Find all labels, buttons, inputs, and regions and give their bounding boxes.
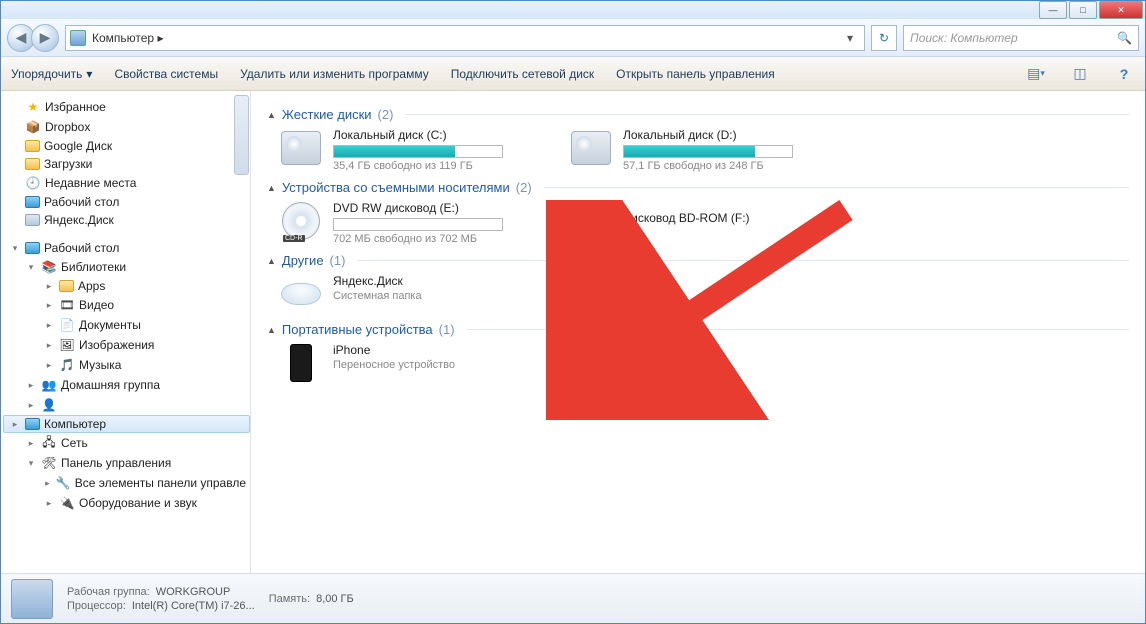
hardware-icon: 🔌 — [59, 495, 75, 511]
group-portable[interactable]: ▲ Портативные устройства (1) — [267, 322, 1129, 337]
open-control-panel[interactable]: Открыть панель управления — [616, 67, 775, 81]
star-icon: ★ — [25, 99, 41, 115]
libraries-node[interactable]: ▾📚Библиотеки — [3, 257, 250, 277]
scrollbar-thumb[interactable] — [234, 95, 249, 175]
help-icon[interactable]: ? — [1113, 65, 1135, 83]
refresh-button[interactable]: ↻ — [871, 25, 897, 51]
favorites-node[interactable]: ★Избранное — [3, 97, 250, 117]
sidebar-item-yandex-disk[interactable]: Яндекс.Диск — [3, 211, 250, 229]
phone-icon — [290, 344, 312, 382]
sidebar-item-desktop-fav[interactable]: Рабочий стол — [3, 193, 250, 211]
libraries-icon: 📚 — [41, 259, 57, 275]
search-icon: 🔍 — [1117, 31, 1132, 45]
view-options-icon[interactable]: ▤▾ — [1025, 65, 1047, 83]
hdd-icon — [281, 131, 321, 165]
sidebar-item-recent[interactable]: 🕘Недавние места — [3, 173, 250, 193]
preview-pane-icon[interactable]: ◫ — [1069, 65, 1091, 83]
minimize-button[interactable]: — — [1039, 1, 1067, 19]
search-input[interactable]: Поиск: Компьютер 🔍 — [903, 25, 1139, 51]
folder-icon — [25, 140, 40, 152]
dropbox-icon: 📦 — [25, 119, 41, 135]
uninstall-program[interactable]: Удалить или изменить программу — [240, 67, 429, 81]
sidebar-item-documents[interactable]: ▸📄Документы — [3, 315, 250, 335]
forward-button[interactable]: ▶ — [31, 24, 59, 52]
content-pane: ▲ Жесткие диски (2) Локальный диск (C:) … — [251, 91, 1145, 573]
close-button[interactable]: ✕ — [1099, 1, 1143, 19]
cp-all-icon: 🔧 — [56, 475, 71, 491]
pictures-icon: 🖼 — [59, 337, 75, 353]
drive-e[interactable]: DVD RW дисковод (E:) 702 МБ свободно из … — [279, 201, 539, 245]
sidebar-item-all-cp[interactable]: ▸🔧Все элементы панели управле — [3, 473, 250, 493]
computer-icon — [25, 418, 40, 430]
group-removable[interactable]: ▲ Устройства со съемными носителями (2) — [267, 180, 1129, 195]
item-yandex-disk[interactable]: Яндекс.Диск Системная папка — [279, 274, 539, 314]
explorer-window: — □ ✕ ◀ ▶ Компьютер ▸ ▾ ↻ Поиск: Компьют… — [0, 0, 1146, 624]
drive-d[interactable]: Локальный диск (D:) 57,1 ГБ свободно из … — [569, 128, 829, 172]
control-panel-icon: 🛠 — [41, 455, 57, 471]
navigation-pane: ★Избранное 📦Dropbox Google Диск Загрузки… — [1, 91, 251, 573]
titlebar: — □ ✕ — [1, 1, 1145, 19]
drive-c[interactable]: Локальный диск (C:) 35,4 ГБ свободно из … — [279, 128, 539, 172]
computer-large-icon — [11, 579, 53, 619]
sidebar-item-apps[interactable]: ▸Apps — [3, 277, 250, 295]
breadcrumb[interactable]: Компьютер ▸ — [92, 31, 163, 45]
hdd-icon — [571, 131, 611, 165]
folder-icon — [59, 280, 74, 292]
video-icon: 🎞 — [59, 297, 75, 313]
homegroup-icon: 👥 — [41, 377, 57, 393]
disk-icon — [25, 214, 40, 226]
desktop-node[interactable]: ▾Рабочий стол — [3, 239, 250, 257]
details-pane: Рабочая группа:WORKGROUP Процессор:Intel… — [1, 573, 1145, 623]
user-icon: 👤 — [41, 397, 57, 413]
user-node[interactable]: ▸👤 — [3, 395, 250, 415]
folder-icon — [25, 158, 40, 170]
sidebar-item-dropbox[interactable]: 📦Dropbox — [3, 117, 250, 137]
sidebar-item-pictures[interactable]: ▸🖼Изображения — [3, 335, 250, 355]
documents-icon: 📄 — [59, 317, 75, 333]
sidebar-item-google-drive[interactable]: Google Диск — [3, 137, 250, 155]
maximize-button[interactable]: □ — [1069, 1, 1097, 19]
desktop-icon — [25, 196, 40, 208]
collapse-icon: ▲ — [267, 183, 276, 193]
network-node[interactable]: ▸🖧Сеть — [3, 433, 250, 453]
control-panel-node[interactable]: ▾🛠Панель управления — [3, 453, 250, 473]
capacity-bar — [333, 218, 503, 231]
recent-icon: 🕘 — [25, 175, 41, 191]
yandex-disk-icon — [281, 283, 321, 305]
sidebar-item-downloads[interactable]: Загрузки — [3, 155, 250, 173]
bd-icon — [572, 204, 610, 238]
group-other[interactable]: ▲ Другие (1) — [267, 253, 1129, 268]
collapse-icon: ▲ — [267, 256, 276, 266]
toolbar: Упорядочить▾ Свойства системы Удалить ил… — [1, 57, 1145, 91]
music-icon: 🎵 — [59, 357, 75, 373]
computer-node[interactable]: ▸Компьютер — [3, 415, 250, 433]
sidebar-item-music[interactable]: ▸🎵Музыка — [3, 355, 250, 375]
sidebar-item-video[interactable]: ▸🎞Видео — [3, 295, 250, 315]
collapse-icon: ▲ — [267, 110, 276, 120]
item-iphone[interactable]: iPhone Переносное устройство — [279, 343, 539, 383]
capacity-bar — [333, 145, 503, 158]
group-hard-drives[interactable]: ▲ Жесткие диски (2) — [267, 107, 1129, 122]
system-properties[interactable]: Свойства системы — [114, 67, 218, 81]
sidebar-item-hardware[interactable]: ▸🔌Оборудование и звук — [3, 493, 250, 513]
navbar: ◀ ▶ Компьютер ▸ ▾ ↻ Поиск: Компьютер 🔍 — [1, 19, 1145, 57]
map-network-drive[interactable]: Подключить сетевой диск — [451, 67, 594, 81]
homegroup-node[interactable]: ▸👥Домашняя группа — [3, 375, 250, 395]
search-placeholder: Поиск: Компьютер — [910, 31, 1018, 45]
computer-icon — [70, 30, 86, 46]
organize-menu[interactable]: Упорядочить▾ — [11, 67, 92, 81]
address-bar[interactable]: Компьютер ▸ ▾ — [65, 25, 865, 51]
drive-f[interactable]: Дисковод BD-ROM (F:) — [569, 201, 829, 245]
capacity-bar — [623, 145, 793, 158]
network-icon: 🖧 — [41, 435, 57, 451]
cd-icon — [282, 202, 320, 240]
desktop-icon — [25, 242, 40, 254]
address-dropdown[interactable]: ▾ — [840, 31, 860, 45]
collapse-icon: ▲ — [267, 325, 276, 335]
